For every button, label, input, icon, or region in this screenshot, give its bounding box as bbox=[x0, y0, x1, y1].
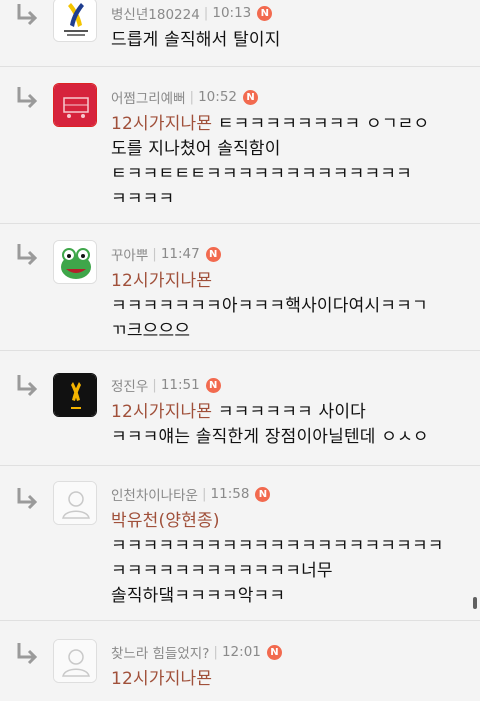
author-name[interactable]: 꾸아뿌 bbox=[111, 244, 148, 264]
mention-name[interactable]: 12시가지나묜 bbox=[111, 269, 471, 294]
comment-time: 11:58 bbox=[210, 486, 250, 502]
default-user-avatar-icon bbox=[54, 640, 96, 682]
reply-arrow-icon bbox=[17, 87, 38, 109]
comment-text: 12시가지나묜 ㅋㅋㅋㅋㅋㅋㅋ아ㅋㅋㅋ핵사이다여시ㅋㅋㄱ ㄲ크으으으 bbox=[111, 269, 471, 344]
comment-meta: 찾느라 힘들었지? | 12:01 N bbox=[111, 642, 282, 662]
comment-item: 정진우 | 11:51 N 12시가지나묜 ㅋㅋㅋㅋㅋㅋ 사이다 ㅋㅋㅋ얘는 솔… bbox=[0, 351, 480, 466]
avatar[interactable] bbox=[53, 240, 97, 284]
author-name[interactable]: 인천차이나타운 bbox=[111, 484, 198, 504]
mention-name[interactable]: 박유천(양현종) bbox=[111, 509, 471, 534]
comment-item: 꾸아뿌 | 11:47 N 12시가지나묜 ㅋㅋㅋㅋㅋㅋㅋ아ㅋㅋㅋ핵사이다여시ㅋ… bbox=[0, 224, 480, 351]
comment-text: 12시가지나묜 bbox=[111, 667, 471, 692]
comment-time: 10:52 bbox=[198, 89, 237, 105]
avatar[interactable] bbox=[53, 373, 97, 417]
comment-text: 박유천(양현종) ㅋㅋㅋㅋㅋㅋㅋㅋㅋㅋㅋㅋㅋㅋㅋㅋㅋㅋㅋㅋㅋ ㅋㅋㅋㅋㅋㅋㅋㅋㅋ… bbox=[111, 509, 471, 609]
avatar[interactable] bbox=[53, 639, 97, 683]
author-name[interactable]: 병신년180224 bbox=[111, 3, 200, 23]
avatar[interactable] bbox=[53, 0, 97, 42]
mention-name[interactable]: 12시가지나묜 bbox=[111, 667, 471, 692]
reply-arrow-icon bbox=[17, 643, 38, 665]
reply-arrow-icon bbox=[17, 244, 38, 266]
reply-arrow-icon bbox=[17, 4, 38, 26]
new-badge-icon: N bbox=[205, 377, 221, 393]
new-badge-icon: N bbox=[266, 644, 282, 660]
scrollbar[interactable] bbox=[473, 597, 477, 609]
comment-time: 12:01 bbox=[221, 644, 261, 660]
comment-meta: 어쩜그리예뻐 | 10:52 N bbox=[111, 87, 258, 107]
ribbon-avatar-icon bbox=[54, 374, 96, 416]
comment-meta: 인천차이나타운 | 11:58 N bbox=[111, 484, 271, 504]
red-cart-avatar-icon bbox=[54, 84, 96, 126]
default-user-avatar-icon bbox=[54, 482, 96, 524]
comment-time: 11:47 bbox=[160, 246, 200, 262]
new-badge-icon: N bbox=[243, 89, 258, 105]
comment-time: 10:13 bbox=[212, 5, 252, 21]
comment-item: 어쩜그리예뻐 | 10:52 N 12시가지나묜 ㅌㅋㅋㅋㅋㅋㅋㅋㅋ ㅇㄱㄹㅇ … bbox=[0, 67, 480, 224]
new-badge-icon: N bbox=[205, 246, 221, 262]
author-name[interactable]: 찾느라 힘들었지? bbox=[111, 642, 209, 662]
mention-name[interactable]: 12시가지나묜 bbox=[111, 402, 212, 422]
comment-text: 드릅게 솔직해서 탈이지 bbox=[111, 30, 281, 50]
mention-name[interactable]: 12시가지나묜 bbox=[111, 114, 212, 134]
comment-meta: 정진우 | 11:51 N bbox=[111, 375, 221, 395]
new-badge-icon: N bbox=[255, 486, 271, 502]
new-badge-icon: N bbox=[257, 5, 273, 21]
comment-text: 12시가지나묜 ㅋㅋㅋㅋㅋㅋ 사이다 ㅋㅋㅋ얘는 솔직한게 장점이아닐텐데 ㅇㅅ… bbox=[111, 402, 429, 447]
comment-item: 인천차이나타운 | 11:58 N 박유천(양현종) ㅋㅋㅋㅋㅋㅋㅋㅋㅋㅋㅋㅋㅋ… bbox=[0, 466, 480, 621]
avatar[interactable] bbox=[53, 481, 97, 525]
author-name[interactable]: 어쩜그리예뻐 bbox=[111, 87, 186, 107]
comment-text: 12시가지나묜 ㅌㅋㅋㅋㅋㅋㅋㅋㅋ ㅇㄱㄹㅇ 도를 지나쳤어 솔직함이 ㅌㅋㅋㅌ… bbox=[111, 114, 430, 209]
comment-meta: 꾸아뿌 | 11:47 N bbox=[111, 244, 221, 264]
comment-item: 병신년180224 | 10:13 N 드릅게 솔직해서 탈이지 bbox=[0, 0, 480, 67]
comment-item: 찾느라 힘들었지? | 12:01 N 12시가지나묜 bbox=[0, 621, 480, 701]
yellow-ribbon-avatar-icon bbox=[54, 0, 96, 41]
reply-arrow-icon bbox=[17, 375, 38, 397]
comment-time: 11:51 bbox=[160, 377, 200, 393]
avatar[interactable] bbox=[53, 83, 97, 127]
frog-avatar-icon bbox=[54, 241, 96, 283]
comment-meta: 병신년180224 | 10:13 N bbox=[111, 3, 273, 23]
reply-arrow-icon bbox=[17, 488, 38, 510]
author-name[interactable]: 정진우 bbox=[111, 375, 148, 395]
